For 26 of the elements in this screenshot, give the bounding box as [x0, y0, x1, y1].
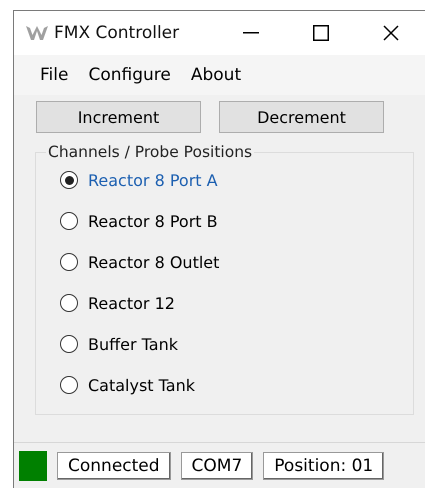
increment-button[interactable]: Increment	[36, 101, 201, 133]
group-title: Channels / Probe Positions	[47, 143, 254, 161]
menu-item[interactable]: File	[32, 63, 76, 87]
radio-button[interactable]	[60, 376, 78, 394]
status-panel: Position: 01	[263, 452, 384, 480]
radio-button[interactable]	[60, 253, 78, 271]
radio-label[interactable]: Reactor 8 Outlet	[88, 252, 220, 272]
radio-button[interactable]	[60, 212, 78, 230]
logo-icon	[26, 26, 48, 40]
minimize-icon[interactable]	[243, 32, 259, 34]
maximize-icon[interactable]	[313, 25, 329, 41]
status-panel: COM7	[180, 452, 254, 480]
radio-button[interactable]	[60, 294, 78, 312]
radio-label[interactable]: Reactor 12	[88, 294, 175, 312]
radio-label[interactable]: Buffer Tank	[88, 334, 178, 354]
close-icon[interactable]	[383, 25, 399, 41]
radio-label[interactable]: Reactor 8 Port A	[88, 170, 218, 190]
radio-label[interactable]: Catalyst Tank	[88, 376, 195, 394]
radio-button[interactable]	[60, 171, 78, 189]
decrement-button[interactable]: Decrement	[219, 101, 384, 133]
menu-item[interactable]: About	[182, 63, 250, 87]
window-title: FMX Controller	[54, 23, 180, 43]
radio-label[interactable]: Reactor 8 Port B	[88, 212, 218, 230]
radio-button[interactable]	[60, 335, 78, 353]
status-panel: Connected	[57, 452, 171, 480]
menu-item[interactable]: Configure	[80, 63, 179, 87]
